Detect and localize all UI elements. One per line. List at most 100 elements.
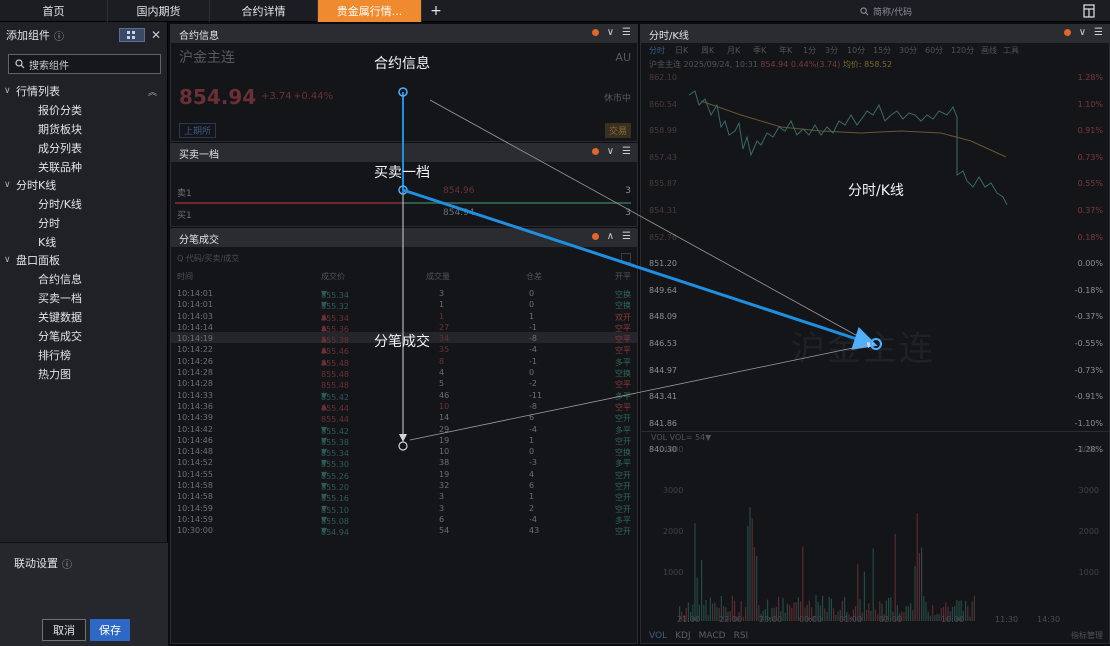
tree-group-quote-list[interactable]: ∨ 行情列表 ︽ [0, 82, 167, 100]
kline-period-tab[interactable]: 月K [727, 45, 740, 56]
table-row[interactable]: 10:30:00 854.94 ▼ 54 43 空开 [171, 524, 637, 537]
kline-period-tab[interactable]: 工具 [1003, 45, 1019, 56]
tree-item[interactable]: 关键数据 [0, 307, 167, 326]
table-row[interactable]: 10:14:01 855.34 ▼ 3 0 空换 [171, 287, 637, 300]
tab-contract-detail[interactable]: 合约详情 [210, 0, 318, 22]
tree-item[interactable]: 热力图 [0, 364, 167, 383]
table-row[interactable]: 10:14:59 855.10 ▼ 3 2 空开 [171, 502, 637, 515]
indicator-tab[interactable]: VOL [649, 631, 667, 641]
tree-group-order-panel[interactable]: ∨ 盘口面板 [0, 251, 167, 269]
save-button[interactable]: 保存 [90, 619, 130, 641]
tree-item[interactable]: 报价分类 [0, 100, 167, 119]
filter-icon[interactable] [621, 253, 631, 263]
kline-period-tab[interactable]: 日K [675, 45, 688, 56]
indicator-manage-link[interactable]: 指标管理 [1071, 630, 1103, 641]
link-dot-icon[interactable] [591, 29, 599, 36]
kline-period-tab[interactable]: 画线 [981, 45, 997, 56]
kline-period-tab[interactable]: 60分 [925, 45, 943, 56]
link-dot-icon[interactable] [591, 148, 599, 155]
table-row[interactable]: 10:14:33 855.42 ▼ 46 -11 多平 [171, 389, 637, 402]
volume-bar [709, 597, 711, 621]
tree-item[interactable]: 分时/K线 [0, 194, 167, 213]
indicator-tab[interactable]: KDJ [675, 631, 691, 641]
table-row[interactable]: 10:14:39 855.44 14 6 空开 [171, 411, 637, 424]
table-row[interactable]: 10:14:58 855.20 ▼ 32 6 空开 [171, 479, 637, 492]
table-row[interactable]: 10:14:59 855.08 ▼ 6 -4 多平 [171, 513, 637, 526]
info-icon[interactable]: ⓘ [54, 28, 64, 43]
kline-period-tab[interactable]: 季K [753, 45, 766, 56]
menu-icon[interactable]: ☰ [1094, 27, 1103, 38]
tree-item[interactable]: 成分列表 [0, 138, 167, 157]
kline-period-tab[interactable]: 30分 [899, 45, 917, 56]
menu-icon[interactable]: ☰ [622, 231, 631, 242]
table-row[interactable]: 10:14:36 855.44 ▲ 10 -8 空平 [171, 400, 637, 413]
kline-period-tab[interactable]: 1分 [803, 45, 816, 56]
kline-period-tab[interactable]: 15分 [873, 45, 891, 56]
contract-price: 854.94 [179, 85, 257, 109]
kline-period-tab[interactable]: 3分 [825, 45, 838, 56]
link-settings[interactable]: 联动设置 ⓘ [0, 543, 168, 571]
volume-bar [828, 597, 830, 621]
tab-domestic-futures[interactable]: 国内期货 [108, 0, 210, 22]
price-tick-label: 841.86 [649, 418, 677, 428]
table-row[interactable]: 10:14:28 855.48 5 -2 空平 [171, 377, 637, 390]
tree-item[interactable]: K线 [0, 232, 167, 251]
tree-item[interactable]: 分笔成交 [0, 326, 167, 345]
volume-bar [756, 556, 758, 621]
cancel-button[interactable]: 取消 [42, 619, 86, 641]
table-row[interactable]: 10:14:42 855.42 ▼ 29 -4 多平 [171, 423, 637, 436]
table-row[interactable]: 10:14:52 855.30 ▼ 38 -3 多平 [171, 456, 637, 469]
time-tick-label: 01:00 [839, 615, 863, 624]
tree-item[interactable]: 关联品种 [0, 157, 167, 176]
kline-period-tab[interactable]: 年K [779, 45, 792, 56]
trade-volume: 14 [439, 413, 450, 423]
menu-icon[interactable]: ☰ [622, 146, 631, 157]
kline-period-tab[interactable]: 周K [701, 45, 714, 56]
trades-table-header: 时间 成交价 成交量 仓差 开平 [177, 272, 631, 281]
trade-badge[interactable]: 交易 [604, 123, 631, 138]
bid-row: 买1 854.94 3 [177, 208, 631, 221]
chevron-down-icon[interactable]: ∨ [607, 27, 614, 38]
trades-search-input[interactable]: Q 代码/买卖/成交 [177, 251, 631, 265]
menu-icon[interactable]: ☰ [622, 27, 631, 38]
chevron-up-icon[interactable]: ∧ [607, 231, 614, 242]
tab-precious-metals[interactable]: 贵金属行情... [318, 0, 422, 22]
tree-item[interactable]: 排行榜 [0, 345, 167, 364]
tree-item[interactable]: 买卖一档 [0, 288, 167, 307]
kline-period-tab[interactable]: 120分 [951, 45, 974, 56]
kline-period-tabs: 分时 日K 周K 月K 季K 年K 1分 3分 10分 15分 30分 60分 120分 画线 工具 [641, 43, 1109, 57]
tree-item[interactable]: 期货板块 [0, 119, 167, 138]
add-tab-button[interactable]: + [422, 0, 450, 22]
table-row[interactable]: 10:14:46 855.38 ▼ 19 1 空开 [171, 434, 637, 447]
kline-period-tab[interactable]: 10分 [847, 45, 865, 56]
table-row[interactable]: 10:14:03 855.34 ▲ 1 1 双开 [171, 310, 637, 323]
indicator-tab[interactable]: MACD [699, 631, 726, 641]
layout-icon[interactable] [1080, 3, 1098, 19]
grid-view-icon[interactable] [118, 28, 145, 42]
volume-bar [745, 607, 747, 621]
tree-item[interactable]: 合约信息 [0, 269, 167, 288]
table-row[interactable]: 10:14:48 855.34 ▼ 10 0 空换 [171, 445, 637, 458]
kline-period-tab[interactable]: 分时 [649, 45, 665, 56]
code-search-input[interactable]: 简称/代码 [852, 3, 1060, 19]
trade-volume: 10 [439, 401, 450, 411]
annotation-contract: 合约信息 [374, 56, 430, 72]
table-row[interactable]: 10:14:28 855.48 4 0 空换 [171, 366, 637, 379]
tree-item[interactable]: 分时 [0, 213, 167, 232]
component-search-input[interactable]: 搜索组件 [8, 54, 161, 74]
collapse-icon[interactable]: ︽ [148, 85, 157, 98]
table-row[interactable]: 10:14:26 855.48 ▲ 8 -1 多平 [171, 355, 637, 368]
trade-time: 10:30:00 [177, 526, 213, 536]
link-dot-icon[interactable] [591, 233, 599, 240]
volume-bar [967, 606, 969, 621]
indicator-tab[interactable]: RSI [734, 631, 749, 641]
link-dot-icon[interactable] [1063, 29, 1071, 36]
close-icon[interactable]: ✕ [151, 28, 161, 42]
table-row[interactable]: 10:14:55 855.26 ▼ 19 4 空开 [171, 468, 637, 481]
table-row[interactable]: 10:14:58 855.16 ▼ 3 1 空开 [171, 490, 637, 503]
chevron-down-icon[interactable]: ∨ [607, 146, 614, 157]
tab-home[interactable]: 首页 [0, 0, 108, 22]
tree-group-timeshare-kline[interactable]: ∨ 分时K线 [0, 176, 167, 194]
chevron-down-icon[interactable]: ∨ [1079, 27, 1086, 38]
table-row[interactable]: 10:14:01 855.32 ▼ 1 0 空换 [171, 298, 637, 311]
